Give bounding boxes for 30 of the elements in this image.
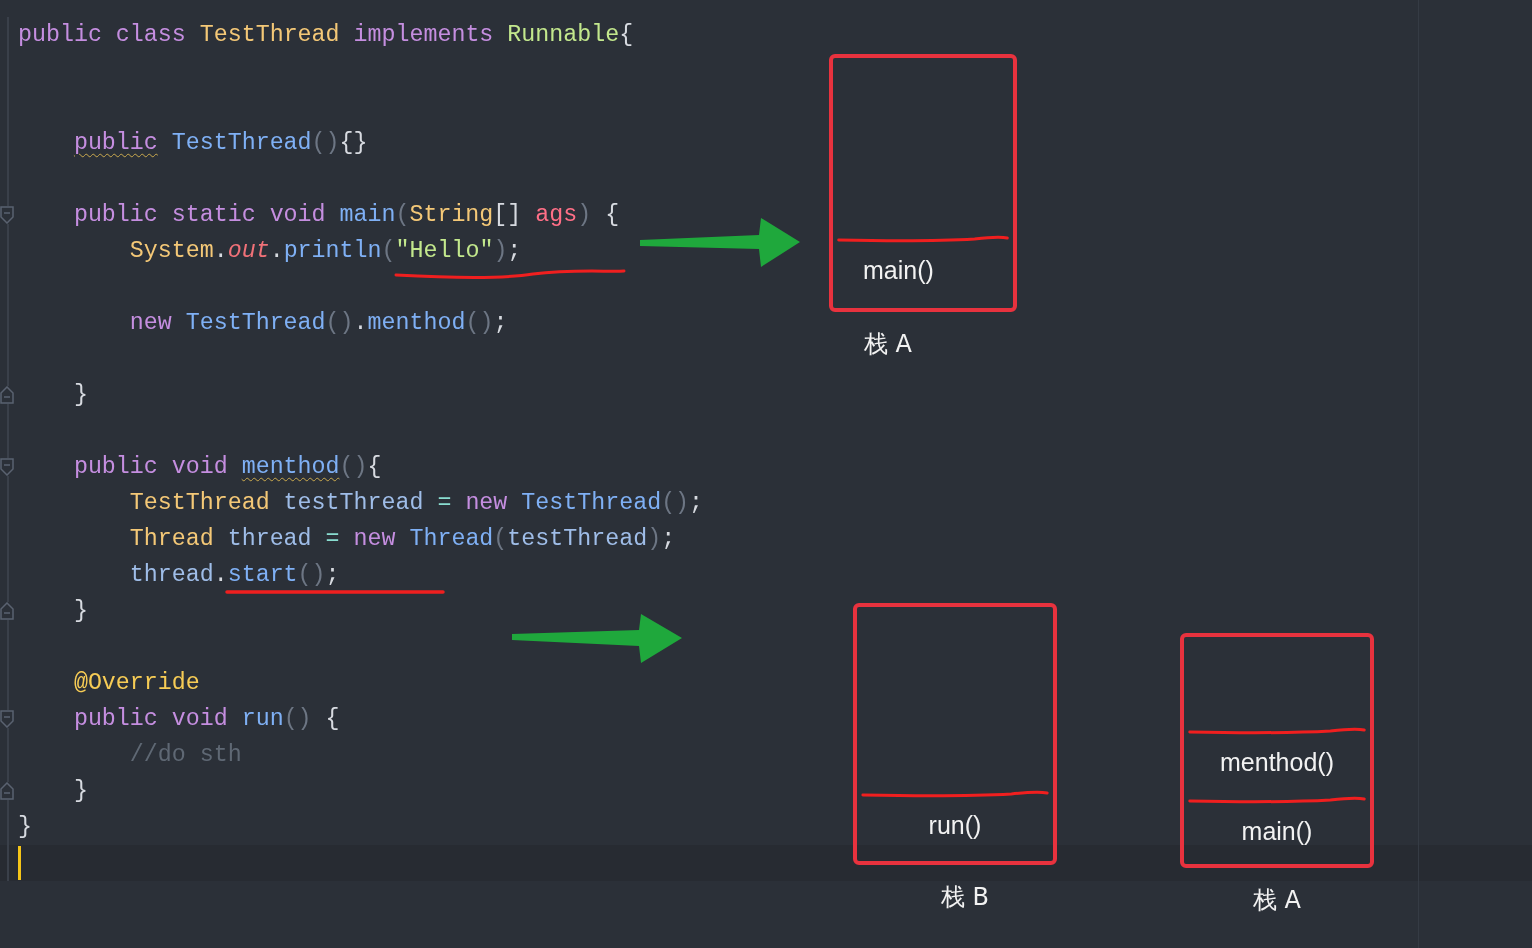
code-line: } (18, 813, 32, 842)
frame-label: menthod() (1220, 748, 1334, 777)
code-line: public static void main(String[] ags) { (72, 201, 620, 230)
code-line: public class TestThread implements Runnable{ (18, 21, 634, 50)
fold-icon[interactable] (0, 386, 14, 404)
code-line: //do sth (128, 741, 242, 770)
code-line: public void run() { (72, 705, 340, 734)
stack-label: 栈 B (940, 882, 990, 913)
fold-icon[interactable] (0, 602, 14, 620)
frame-label: run() (928, 811, 982, 840)
code-line: Thread thread = new Thread(testThread); (128, 525, 676, 554)
text-caret (18, 846, 21, 880)
code-line: } (72, 777, 88, 806)
stack-label: 栈 A (1252, 885, 1301, 916)
code-line: public void menthod(){ (72, 453, 382, 482)
frame-label: main() (863, 256, 934, 285)
code-line: public TestThread(){} (72, 129, 368, 158)
code-line: } (72, 597, 88, 626)
code-line: System.out.println("Hello"); (128, 237, 522, 266)
code-line: } (72, 381, 88, 410)
stack-label: 栈 A (863, 329, 912, 360)
fold-icon[interactable] (0, 206, 14, 224)
code-line: @Override (72, 669, 200, 698)
fold-icon[interactable] (0, 458, 14, 476)
fold-icon[interactable] (0, 782, 14, 800)
fold-icon[interactable] (0, 710, 14, 728)
code-line: new TestThread().menthod(); (128, 309, 508, 338)
code-line: thread.start(); (128, 561, 340, 590)
frame-label: main() (1241, 817, 1313, 846)
code-line: TestThread testThread = new TestThread(); (128, 489, 704, 518)
